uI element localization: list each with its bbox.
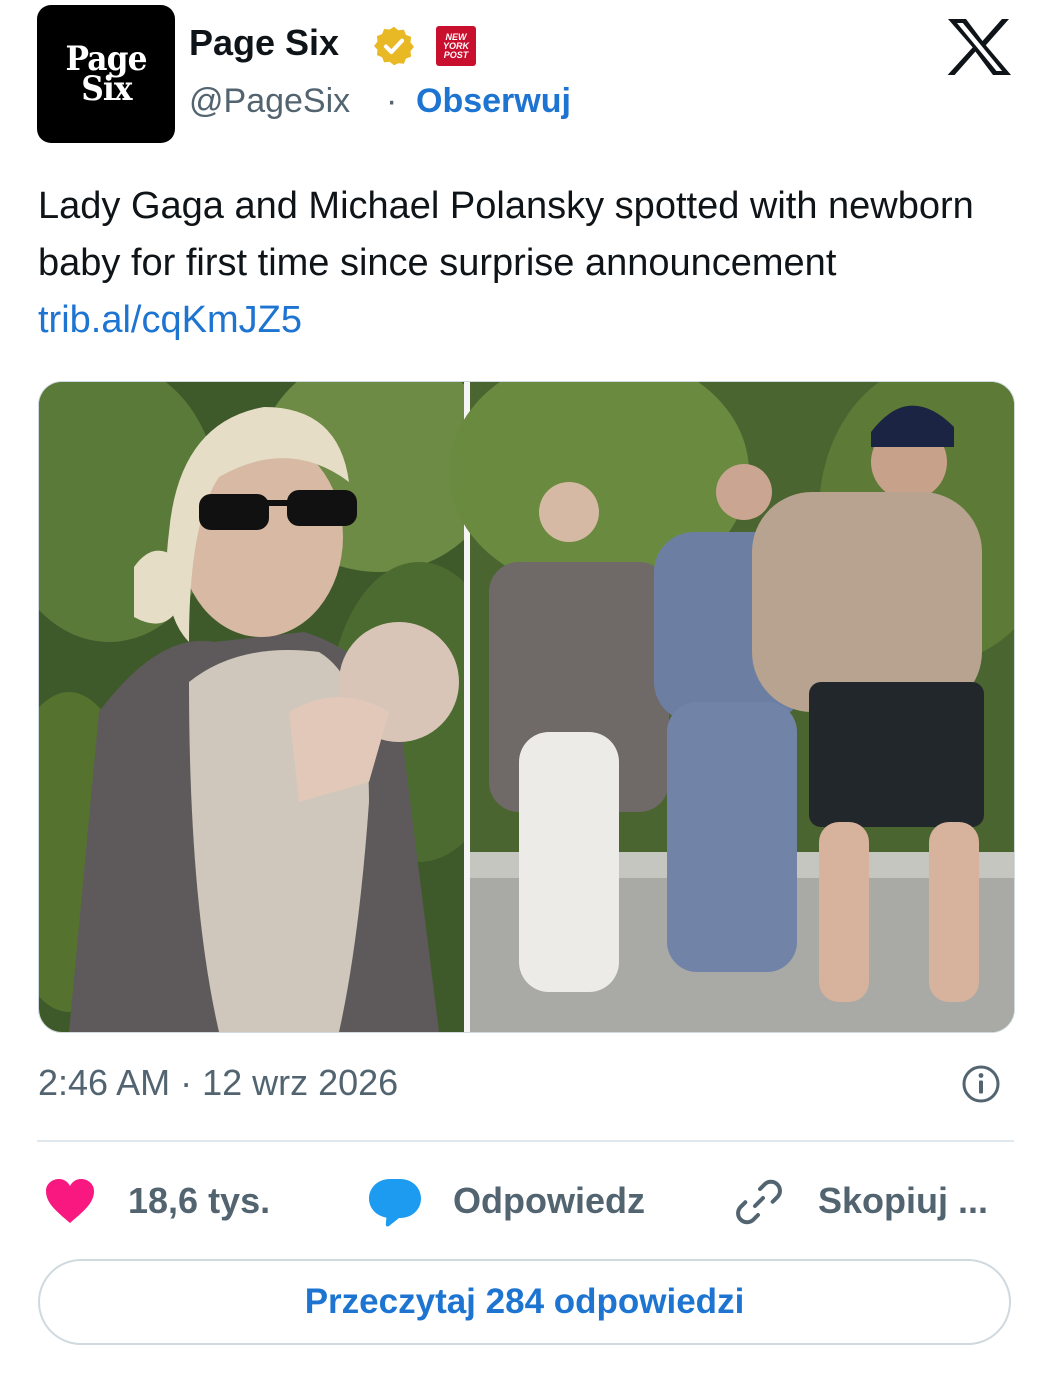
tweet-timestamp[interactable]: 2:46 AM · 12 wrz 2026 [38, 1062, 398, 1104]
x-logo-icon[interactable] [946, 17, 1012, 77]
link-icon[interactable] [733, 1176, 785, 1228]
reply-bubble-icon[interactable] [368, 1176, 422, 1228]
verified-badge-icon [374, 26, 414, 66]
reply-button[interactable]: Odpowiedz [453, 1180, 645, 1222]
photo-collage [39, 382, 1014, 1032]
divider [37, 1140, 1014, 1142]
copy-link-button[interactable]: Skopiuj ... [818, 1180, 988, 1222]
heart-icon[interactable] [44, 1177, 96, 1225]
avatar[interactable]: Page Six [37, 5, 175, 143]
tweet-text: Lady Gaga and Michael Polansky spotted w… [38, 178, 1008, 349]
tweet-media-image[interactable] [38, 381, 1015, 1033]
info-icon[interactable] [961, 1064, 1001, 1104]
tweet-link[interactable]: trib.al/cqKmJZ5 [38, 299, 302, 341]
author-name[interactable]: Page Six [189, 22, 339, 64]
likes-count[interactable]: 18,6 tys. [128, 1180, 270, 1222]
follow-button[interactable]: Obserwuj [416, 82, 571, 121]
affiliate-badge-icon[interactable]: NEW YORK POST [436, 26, 476, 66]
read-replies-label: Przeczytaj 284 odpowiedzi [304, 1282, 745, 1321]
read-replies-button[interactable]: Przeczytaj 284 odpowiedzi [38, 1259, 1011, 1345]
author-handle[interactable]: @PageSix [189, 82, 350, 121]
tweet-body: Lady Gaga and Michael Polansky spotted w… [38, 185, 974, 284]
affiliate-badge-line3: POST [443, 49, 469, 60]
avatar-text-line2: Six [80, 69, 132, 109]
handle-separator: · [386, 82, 398, 120]
